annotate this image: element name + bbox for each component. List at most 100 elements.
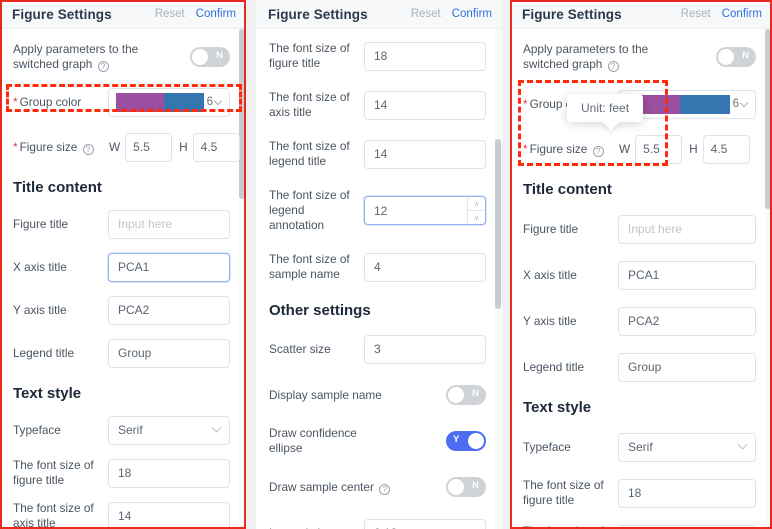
tooltip-text: Unit: feet (581, 101, 630, 115)
font-size-legend-annotation-label: The font size of legend annotation (269, 188, 350, 232)
confirm-button[interactable]: Confirm (452, 8, 492, 20)
draw-sample-center-toggle[interactable]: N (446, 477, 486, 497)
help-icon[interactable]: ? (82, 143, 94, 155)
font-size-sample-name-input[interactable]: 4 (364, 252, 486, 282)
figure-height-input[interactable]: 4.5 (192, 132, 240, 162)
font-size-axis-title-input[interactable]: 14 (108, 501, 230, 529)
scatter-size-input[interactable]: 3 (364, 334, 486, 364)
font-size-figure-title-label: The font size of figure title (523, 478, 604, 507)
figure-title-input[interactable]: Input here (108, 209, 230, 239)
row-font-size-figure-title: The font size of figure title 18 (269, 41, 486, 71)
row-font-size-axis-title: The font size of axis title 14 (523, 524, 756, 529)
stepper-down-icon[interactable]: ∨ (468, 211, 485, 224)
draw-confidence-ellipse-toggle[interactable]: Y (446, 431, 486, 451)
font-size-figure-title-input[interactable]: 18 (364, 41, 486, 71)
row-apply-parameters: Apply parameters to the switched graph ?… (13, 42, 230, 72)
scatter-size-label: Scatter size (269, 341, 331, 356)
font-size-axis-title-label: The font size of axis title (13, 501, 94, 529)
figure-title-input[interactable]: Input here (618, 214, 756, 244)
number-stepper[interactable]: ∧ ∨ (467, 197, 485, 224)
reset-button[interactable]: Reset (681, 8, 711, 20)
section-title-content: Title content (13, 179, 102, 196)
section-other-settings: Other settings (269, 302, 371, 319)
y-axis-title-input[interactable]: PCA2 (108, 295, 230, 325)
figure-title-label: Figure title (13, 216, 69, 231)
legend-size-input[interactable]: 0.18 (364, 518, 486, 529)
row-y-axis-title: Y axis title PCA2 (13, 295, 230, 325)
figure-width-input[interactable]: 5.5 (635, 134, 683, 164)
toggle-knob (718, 49, 734, 65)
confirm-button[interactable]: Confirm (196, 8, 236, 20)
color-swatch-blue[interactable] (164, 92, 204, 112)
screenshot-root: Figure Settings Reset Confirm Apply para… (0, 0, 772, 529)
row-figure-title: Figure title Input here (523, 214, 756, 244)
help-icon[interactable]: ? (379, 483, 391, 495)
toggle-knob (448, 387, 464, 403)
figure-size-help-icon[interactable]: ? (592, 145, 604, 157)
font-size-sample-name-label: The font size of sample name (269, 252, 350, 281)
row-typeface: Typeface Serif (523, 432, 756, 462)
x-axis-title-input[interactable]: PCA1 (618, 260, 756, 290)
figure-width-input[interactable]: 5.5 (125, 132, 173, 162)
row-group-color: * Group color 6 (13, 87, 230, 117)
typeface-select[interactable]: Serif (618, 432, 756, 462)
color-swatch-purple[interactable] (116, 92, 165, 112)
stepper-up-icon[interactable]: ∧ (468, 197, 485, 211)
apply-parameters-toggle[interactable]: N (190, 47, 230, 67)
legend-title-label: Legend title (13, 345, 75, 360)
row-x-axis-title: X axis title PCA1 (13, 252, 230, 282)
width-label: W (109, 140, 121, 154)
figure-settings-panel-right: Figure Settings Reset Confirm Apply para… (510, 0, 772, 529)
font-size-axis-title-label: The font size of axis title (269, 90, 350, 119)
chevron-down-icon[interactable] (213, 96, 223, 105)
typeface-label: Typeface (523, 439, 571, 454)
row-scatter-size: Scatter size 3 (269, 334, 486, 364)
toggle-label: Y (453, 434, 460, 445)
font-size-axis-title-input[interactable]: 14 (618, 524, 756, 529)
legend-title-input[interactable]: Group (618, 352, 756, 382)
page-title: Figure Settings (268, 6, 368, 22)
font-size-figure-title-input[interactable]: 18 (108, 458, 230, 488)
font-size-legend-title-input[interactable]: 14 (364, 139, 486, 169)
figure-title-label: Figure title (523, 221, 579, 236)
chevron-down-icon[interactable] (211, 422, 222, 433)
font-size-axis-title-label: The font size of axis title (523, 524, 618, 529)
row-typeface: Typeface Serif (13, 415, 230, 445)
help-icon[interactable]: ? (97, 61, 109, 72)
reset-button[interactable]: Reset (411, 8, 441, 20)
reset-button[interactable]: Reset (155, 8, 185, 20)
row-font-size-axis-title: The font size of axis title 14 (13, 501, 230, 529)
required-star: * (523, 141, 528, 156)
x-axis-title-input[interactable]: PCA1 (108, 252, 230, 282)
typeface-select[interactable]: Serif (108, 415, 230, 445)
figure-height-input[interactable]: 4.5 (702, 134, 750, 164)
font-size-legend-title-label: The font size of legend title (269, 139, 350, 168)
y-axis-title-input[interactable]: PCA2 (618, 306, 756, 336)
toggle-label: N (216, 50, 223, 61)
chevron-down-icon[interactable] (739, 98, 749, 107)
row-apply-parameters: Apply parameters to the switched graph ?… (523, 42, 756, 72)
group-color-picker[interactable]: 6 (108, 87, 230, 117)
group-color-count: 6 (732, 98, 739, 110)
legend-title-input[interactable]: Group (108, 338, 230, 368)
font-size-figure-title-input[interactable]: 18 (618, 478, 756, 508)
width-label: W (619, 142, 631, 156)
font-size-axis-title-input[interactable]: 14 (364, 90, 486, 120)
row-legend-size: Legend size 0.18 (269, 518, 486, 529)
confirm-button[interactable]: Confirm (722, 8, 762, 20)
chevron-down-icon[interactable] (737, 439, 748, 450)
required-star: * (13, 94, 18, 109)
legend-size-label: Legend size (269, 526, 364, 529)
row-draw-sample-center: Draw sample center ? N (269, 472, 486, 502)
display-sample-name-label: Display sample name (269, 387, 382, 402)
color-swatch-blue[interactable] (679, 94, 730, 114)
row-font-size-sample-name: The font size of sample name 4 (269, 252, 486, 282)
apply-parameters-toggle[interactable]: N (716, 47, 756, 67)
toggle-knob (448, 479, 464, 495)
help-icon[interactable]: ? (607, 61, 619, 72)
display-sample-name-toggle[interactable]: N (446, 385, 486, 405)
figure-size-tooltip: Unit: feet (567, 94, 644, 131)
figure-size-label: * Figure size ? (13, 140, 109, 155)
x-axis-title-label: X axis title (523, 267, 577, 282)
font-size-legend-annotation-input[interactable]: 12 ∧ ∨ (364, 196, 486, 225)
